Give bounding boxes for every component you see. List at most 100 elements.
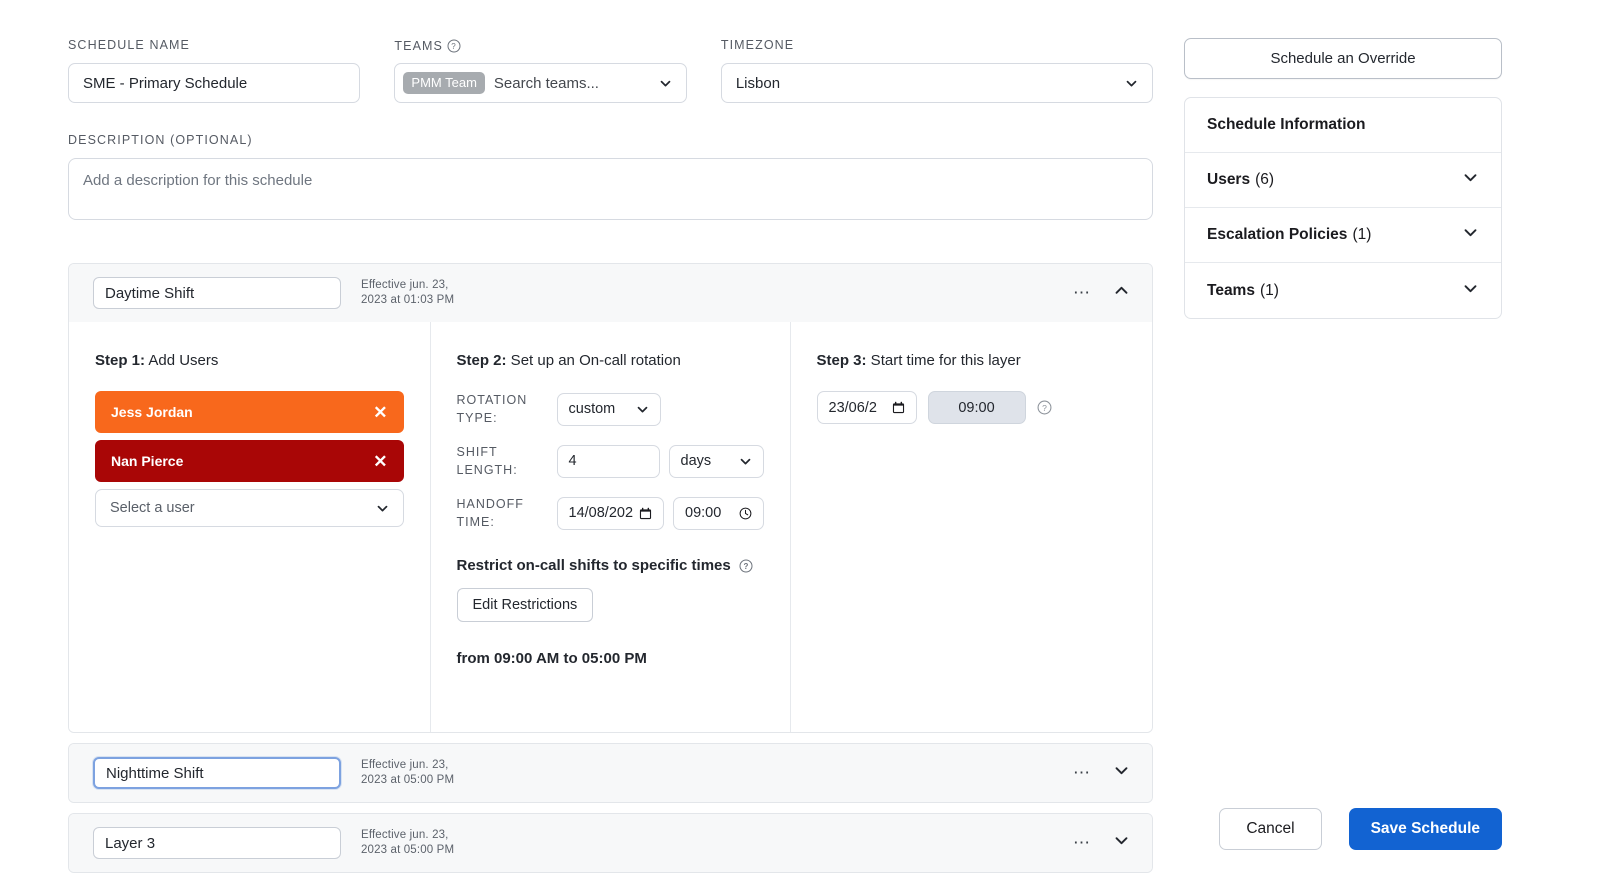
- layer-header[interactable]: Daytime Shift Effective jun. 23, 2023 at…: [69, 264, 1152, 322]
- user-name: Nan Pierce: [111, 453, 183, 469]
- handoff-time-value: 09:00: [685, 505, 721, 521]
- start-time-value: 09:00: [958, 400, 994, 416]
- ellipsis-icon[interactable]: ⋯: [1073, 838, 1091, 848]
- chevron-down-icon[interactable]: [376, 502, 389, 515]
- svg-text:?: ?: [452, 42, 458, 51]
- teams-label-text: TEAMS: [394, 39, 443, 53]
- rail-section-title: Teams: [1207, 282, 1255, 300]
- layer-header-actions: ⋯: [1073, 282, 1130, 304]
- team-chip[interactable]: PMM Team: [403, 72, 485, 94]
- rail-section-title: Users: [1207, 171, 1250, 189]
- start-time-row: 23/06/2 09:00 ?: [817, 391, 1127, 424]
- calendar-icon[interactable]: [892, 401, 905, 414]
- schedule-information-card: Schedule Information Users (6) Escalatio…: [1184, 97, 1502, 319]
- question-circle-icon[interactable]: ?: [1037, 400, 1052, 415]
- layer-name-value: Layer 3: [105, 835, 155, 852]
- rail-section-users[interactable]: Users (6): [1185, 153, 1501, 208]
- schedule-name-input[interactable]: SME - Primary Schedule: [68, 63, 360, 103]
- handoff-time-row: HANDOFF TIME: 14/08/202 09:00: [457, 495, 764, 531]
- chevron-down-icon[interactable]: [636, 403, 649, 416]
- start-date-value: 23/06/2: [829, 400, 877, 416]
- layer-card-nighttime-shift: Nighttime Shift Effective jun. 23, 2023 …: [68, 743, 1153, 803]
- schedule-information-title: Schedule Information: [1207, 116, 1365, 134]
- select-user-dropdown[interactable]: Select a user: [95, 489, 404, 527]
- layer-card-layer-3: Layer 3 Effective jun. 23, 2023 at 05:00…: [68, 813, 1153, 873]
- user-pill-jess-jordan[interactable]: Jess Jordan ✕: [95, 391, 404, 433]
- shift-length-unit-select[interactable]: days: [669, 445, 764, 478]
- rail-section-escalation-policies[interactable]: Escalation Policies (1): [1185, 208, 1501, 263]
- schedule-name-label: SCHEDULE NAME: [68, 38, 360, 52]
- layer-header-actions: ⋯: [1073, 762, 1130, 784]
- rotation-type-row: ROTATION TYPE: custom: [457, 391, 764, 427]
- chevron-down-icon[interactable]: [1113, 832, 1130, 854]
- layer-effective-date: Effective jun. 23, 2023 at 05:00 PM: [361, 758, 454, 788]
- calendar-icon[interactable]: [639, 507, 652, 520]
- cancel-button[interactable]: Cancel: [1219, 808, 1321, 850]
- user-pill-nan-pierce[interactable]: Nan Pierce ✕: [95, 440, 404, 482]
- step1-title-bold: Step 1:: [95, 352, 145, 369]
- layer-name-value: Daytime Shift: [105, 285, 194, 302]
- ellipsis-icon[interactable]: ⋯: [1073, 768, 1091, 778]
- description-textarea[interactable]: Add a description for this schedule: [68, 158, 1153, 220]
- start-date-input[interactable]: 23/06/2: [817, 391, 917, 424]
- restrict-shifts-label: Restrict on-call shifts to specific time…: [457, 557, 731, 574]
- step2-column: Step 2: Set up an On-call rotation ROTAT…: [431, 322, 791, 732]
- chevron-down-icon[interactable]: [1125, 77, 1138, 90]
- step1-column: Step 1: Add Users Jess Jordan ✕ Nan Pier…: [69, 322, 431, 732]
- shift-length-input[interactable]: 4: [557, 445, 660, 478]
- effective-line-2: 2023 at 05:00 PM: [361, 843, 454, 858]
- close-icon[interactable]: ✕: [373, 404, 387, 421]
- start-time-input[interactable]: 09:00: [928, 391, 1026, 424]
- layer-header[interactable]: Layer 3 Effective jun. 23, 2023 at 05:00…: [69, 814, 1152, 872]
- step2-title: Step 2: Set up an On-call rotation: [457, 352, 764, 369]
- restriction-summary: from 09:00 AM to 05:00 PM: [457, 650, 764, 667]
- handoff-date-input[interactable]: 14/08/202: [557, 497, 665, 530]
- user-name: Jess Jordan: [111, 404, 193, 420]
- teams-select[interactable]: PMM Team Search teams...: [394, 63, 686, 103]
- step2-title-rest: Set up an On-call rotation: [507, 352, 681, 369]
- clock-icon[interactable]: [739, 507, 752, 520]
- rail-section-teams[interactable]: Teams (1): [1185, 263, 1501, 318]
- select-user-placeholder: Select a user: [110, 500, 195, 516]
- shift-length-row: SHIFT LENGTH: 4 days: [457, 443, 764, 479]
- layer-name-input[interactable]: Nighttime Shift: [93, 757, 341, 789]
- timezone-select[interactable]: Lisbon: [721, 63, 1153, 103]
- layer-name-value: Nighttime Shift: [106, 765, 204, 782]
- chevron-down-icon[interactable]: [739, 455, 752, 468]
- chevron-up-icon[interactable]: [1113, 282, 1130, 304]
- ellipsis-icon[interactable]: ⋯: [1073, 288, 1091, 298]
- close-icon[interactable]: ✕: [373, 453, 387, 470]
- step1-title: Step 1: Add Users: [95, 352, 404, 369]
- chevron-down-icon[interactable]: [1462, 280, 1479, 302]
- layer-name-input[interactable]: Daytime Shift: [93, 277, 341, 309]
- layer-header-actions: ⋯: [1073, 832, 1130, 854]
- shift-length-label: SHIFT LENGTH:: [457, 443, 557, 479]
- schedule-form: SCHEDULE NAME SME - Primary Schedule TEA…: [68, 38, 1153, 220]
- chevron-down-icon[interactable]: [1113, 762, 1130, 784]
- schedule-override-button[interactable]: Schedule an Override: [1184, 38, 1502, 79]
- timezone-field-group: TIMEZONE Lisbon: [721, 38, 1153, 103]
- shift-length-value: 4: [569, 453, 577, 469]
- chevron-down-icon[interactable]: [659, 77, 672, 90]
- edit-restrictions-button[interactable]: Edit Restrictions: [457, 588, 594, 622]
- layer-header[interactable]: Nighttime Shift Effective jun. 23, 2023 …: [69, 744, 1152, 802]
- schedule-name-value: SME - Primary Schedule: [83, 75, 247, 92]
- save-schedule-button[interactable]: Save Schedule: [1349, 808, 1502, 850]
- timezone-value: Lisbon: [736, 75, 780, 92]
- question-circle-icon[interactable]: ?: [447, 38, 462, 53]
- chevron-down-icon[interactable]: [1462, 224, 1479, 246]
- rail-section-count: (6): [1255, 171, 1274, 189]
- handoff-time-label: HANDOFF TIME:: [457, 495, 557, 531]
- effective-line-2: 2023 at 05:00 PM: [361, 773, 454, 788]
- step3-title-rest: Start time for this layer: [867, 352, 1021, 369]
- rail-section-title: Escalation Policies: [1207, 226, 1347, 244]
- question-circle-icon[interactable]: ?: [739, 558, 754, 573]
- layer-effective-date: Effective jun. 23, 2023 at 01:03 PM: [361, 278, 454, 308]
- rotation-type-select[interactable]: custom: [557, 393, 661, 426]
- chevron-down-icon[interactable]: [1462, 169, 1479, 191]
- rail-section-count: (1): [1352, 226, 1371, 244]
- teams-field-group: TEAMS ? PMM Team Search teams...: [394, 38, 686, 103]
- layer-name-input[interactable]: Layer 3: [93, 827, 341, 859]
- handoff-time-input[interactable]: 09:00: [673, 497, 763, 530]
- layers-list: Daytime Shift Effective jun. 23, 2023 at…: [68, 263, 1153, 883]
